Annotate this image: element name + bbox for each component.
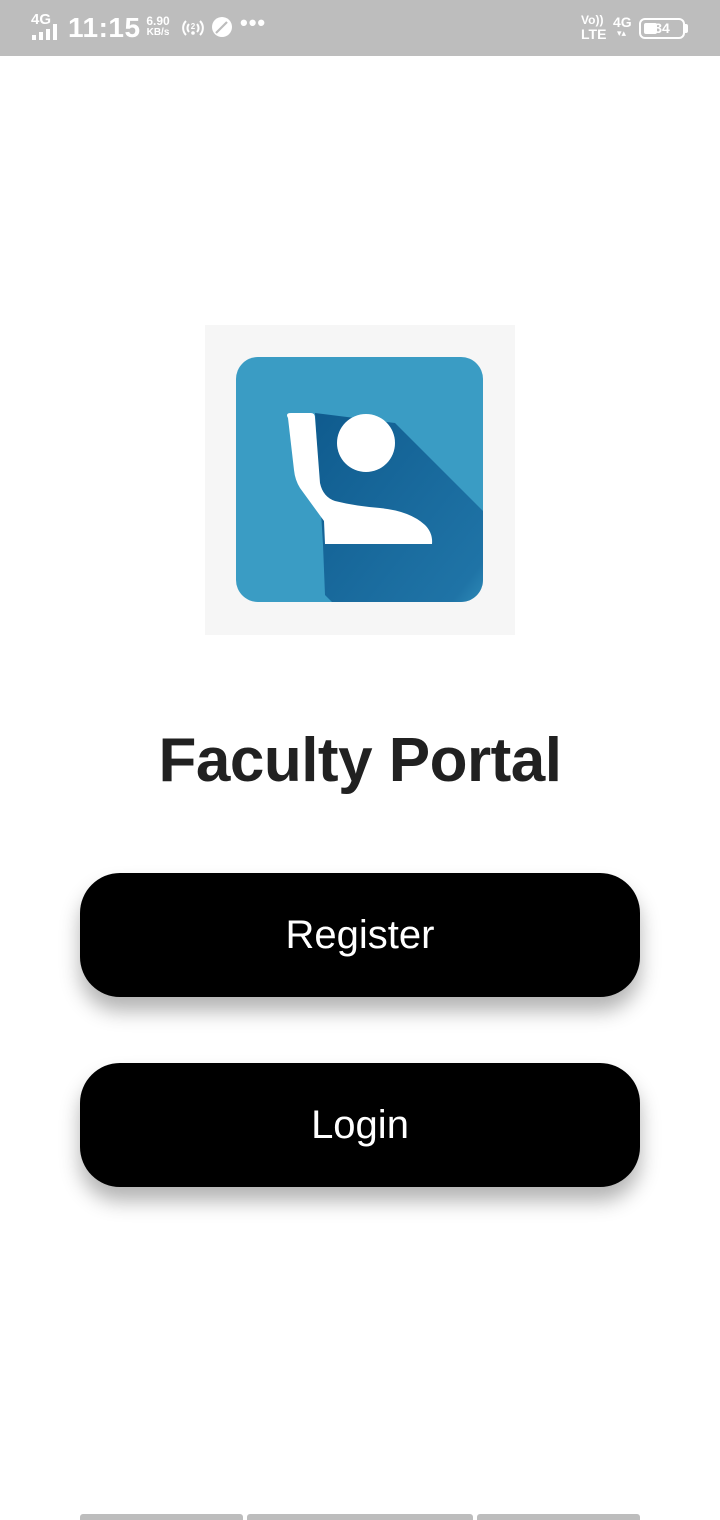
- nav-gesture-bar-left[interactable]: [80, 1514, 243, 1520]
- volte-label: Vo)): [581, 13, 604, 27]
- raised-hand-person-icon: [236, 357, 483, 602]
- network-speed: 6.90 KB/s: [143, 15, 173, 38]
- status-bar: 4G 11:15 6.90 KB/s 2 ••• Vo)) LTE 4G ▾▴: [0, 0, 720, 56]
- nav-gesture-bar-home[interactable]: [247, 1514, 473, 1520]
- hotspot-icon: 2: [182, 20, 204, 36]
- network-speed-value: 6.90: [146, 14, 170, 28]
- hotspot-badge: 2: [191, 22, 196, 31]
- battery-icon: 34: [639, 18, 685, 39]
- network-type-right: 4G: [613, 14, 632, 30]
- login-button[interactable]: Login: [80, 1063, 640, 1187]
- page-title: Faculty Portal: [158, 726, 563, 795]
- leaf-icon: [212, 17, 232, 37]
- network-speed-unit: KB/s: [146, 27, 170, 38]
- battery-cap: [685, 24, 688, 33]
- register-button[interactable]: Register: [80, 873, 640, 997]
- more-notifications-indicator: •••: [240, 10, 267, 35]
- signal-bars-icon: [32, 24, 57, 40]
- nav-gesture-bar-right[interactable]: [477, 1514, 640, 1520]
- lte-label: LTE: [581, 26, 607, 42]
- clock-time: 11:15: [68, 12, 141, 43]
- app-screen: 4G 11:15 6.90 KB/s 2 ••• Vo)) LTE 4G ▾▴: [0, 0, 720, 1520]
- app-logo: [205, 325, 515, 635]
- battery-level: 34: [654, 20, 670, 36]
- data-activity-icon: ▾▴: [617, 28, 627, 38]
